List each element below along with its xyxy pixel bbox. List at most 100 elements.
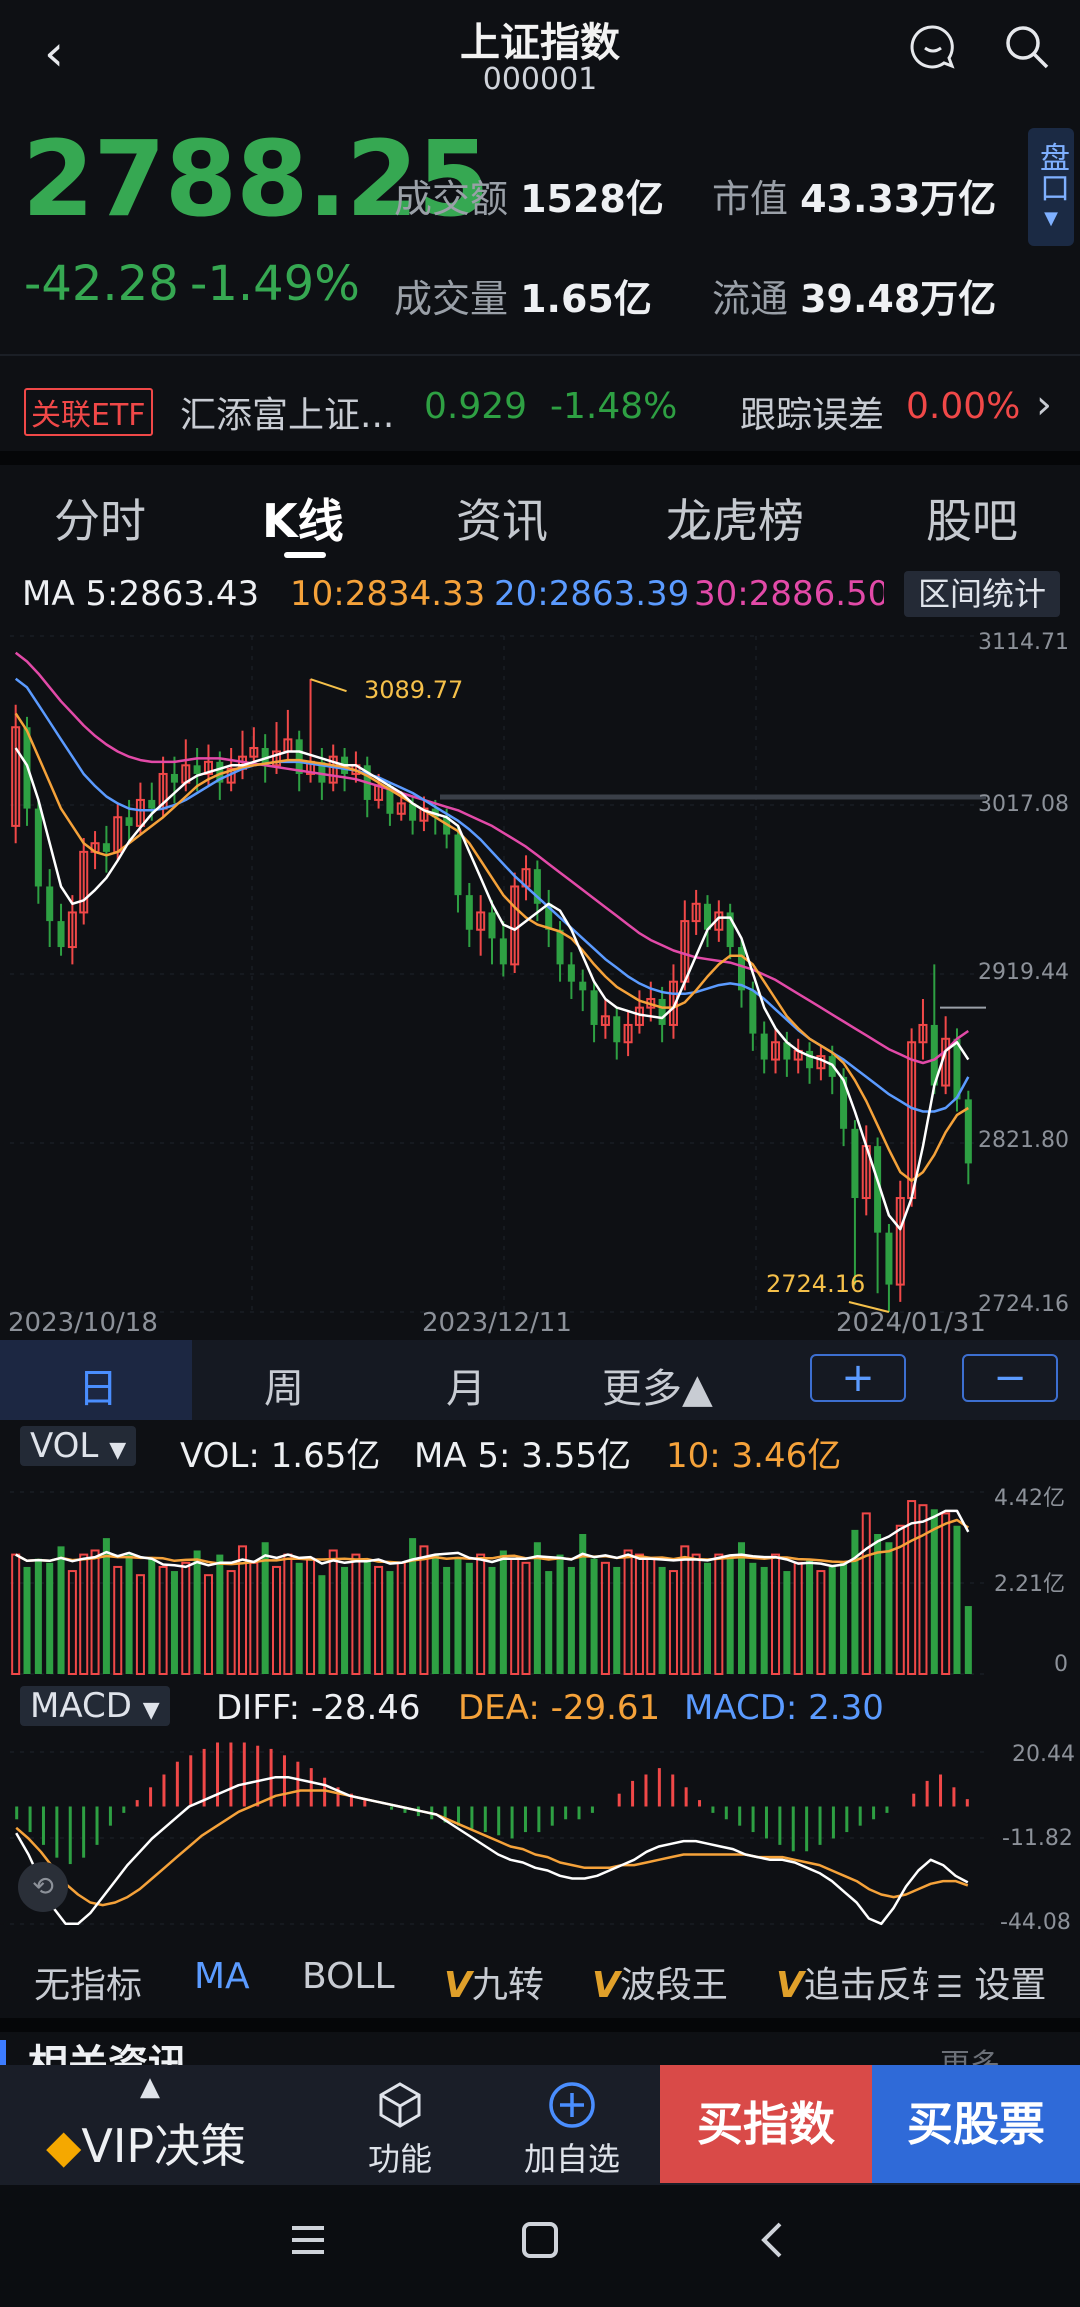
news-more-link[interactable]: 更多: [940, 2040, 1000, 2065]
caret-down-icon: ▼: [109, 1438, 127, 1463]
period-more[interactable]: 更多▲: [602, 1356, 713, 1414]
indicator-boduan-label: 波段王: [619, 1965, 728, 2006]
candle-body: [295, 739, 303, 774]
volume-bar: [703, 1562, 711, 1674]
period-day[interactable]: 日: [78, 1356, 118, 1414]
indicator-jiuzhuan[interactable]: V九转: [444, 1956, 544, 2008]
indicator-none[interactable]: 无指标: [34, 1956, 142, 2008]
date-label: 2023/10/18: [8, 1308, 158, 1338]
tab-forum[interactable]: 股吧: [926, 485, 1018, 551]
chat-icon[interactable]: [908, 22, 958, 76]
volume-bar: [691, 1553, 701, 1676]
candle-body: [579, 981, 587, 991]
volume-value: 1.65亿: [520, 277, 652, 321]
candle-body: [193, 765, 201, 774]
change-percent: -1.49%: [190, 256, 360, 312]
tracking-error-value: 0.00%: [906, 386, 1021, 427]
menu-icon[interactable]: [286, 2218, 330, 2266]
vip-button[interactable]: ◆VIP决策: [46, 2110, 246, 2176]
function-button[interactable]: 功能: [360, 2080, 440, 2180]
volume-bar: [533, 1542, 541, 1674]
tab-dragon-tiger[interactable]: 龙虎榜: [666, 485, 804, 551]
volume-bar: [272, 1565, 282, 1675]
volume-bar: [318, 1575, 326, 1674]
news-section-title: 相关资讯: [28, 2042, 188, 2065]
macd-dea: DEA: -29.61: [458, 1688, 661, 1728]
tab-kline[interactable]: K线: [262, 485, 344, 551]
volume-bar: [465, 1562, 473, 1674]
volume-bar: [386, 1571, 394, 1674]
period-month[interactable]: 月: [446, 1356, 486, 1414]
volume-bar: [930, 1509, 938, 1674]
float-cap: 流通 39.48万亿: [712, 268, 996, 323]
candle-body: [465, 895, 473, 930]
indicator-zhuiji-label: 追击反转: [803, 1965, 928, 2006]
volume-bar: [646, 1557, 656, 1675]
vol-selector[interactable]: VOL ▼: [20, 1426, 137, 1466]
volume-bar: [861, 1512, 871, 1675]
indicator-ma[interactable]: MA: [194, 1956, 250, 1997]
volume-bar: [828, 1566, 836, 1674]
settings-icon: ☰: [936, 1970, 963, 2005]
candle-body: [102, 843, 110, 852]
float-value: 39.48万亿: [800, 277, 997, 321]
range-stats-button[interactable]: 区间统计: [904, 571, 1060, 617]
vol-ma10: 10: 3.46亿: [666, 1436, 842, 1476]
zoom-in-button[interactable]: +: [810, 1354, 906, 1402]
buy-stock-button[interactable]: 买股票: [872, 2065, 1080, 2183]
macd-y-label: 20.44: [1012, 1742, 1075, 1767]
volume-bar: [658, 1566, 666, 1674]
chevron-right-icon: ›: [1036, 382, 1052, 428]
period-week[interactable]: 周: [264, 1356, 304, 1414]
volume-bar: [396, 1561, 406, 1676]
zoom-out-button[interactable]: −: [962, 1354, 1058, 1402]
divider: [0, 451, 1080, 465]
volume-bar: [567, 1566, 575, 1674]
add-watchlist-button[interactable]: 加自选: [514, 2080, 630, 2180]
order-book-tab[interactable]: 盘口 ▼: [1028, 128, 1074, 246]
volume-bar: [510, 1557, 520, 1675]
related-etf-row[interactable]: 关联ETF 汇添富上证... 0.929 -1.48% 跟踪误差 0.00% ›: [0, 370, 1080, 450]
volume-bar: [499, 1550, 507, 1674]
macd-y-label: -11.82: [1002, 1826, 1073, 1851]
expand-up-icon[interactable]: ▲: [140, 2072, 160, 2102]
volume: 成交量 1.65亿: [394, 268, 652, 323]
search-icon[interactable]: [1002, 22, 1052, 76]
volume-bar: [135, 1574, 145, 1675]
volume-label: 成交量: [394, 277, 509, 321]
macd-y-label: -44.08: [1000, 1910, 1071, 1935]
high-pointer: [310, 678, 347, 693]
tab-news[interactable]: 资讯: [456, 485, 548, 551]
order-book-label: 盘口: [1034, 142, 1069, 202]
indicator-boll[interactable]: BOLL: [302, 1956, 395, 1997]
diamond-icon: ◆: [46, 2119, 82, 2173]
volume-bar: [181, 1561, 191, 1676]
volume-bar: [79, 1553, 89, 1676]
diff-line: [15, 1775, 969, 1926]
macd-diff: DIFF: -28.46: [216, 1688, 421, 1728]
kline-chart[interactable]: [0, 622, 1080, 1942]
volume-bar: [964, 1606, 972, 1674]
volume-bar: [851, 1529, 859, 1674]
candle-body: [454, 834, 462, 896]
back-nav-icon[interactable]: [752, 2218, 796, 2266]
indicator-settings[interactable]: ☰ 设置: [936, 1956, 1046, 2008]
low-marker: 2724.16: [766, 1270, 866, 1298]
tab-timeshare[interactable]: 分时: [54, 485, 146, 551]
vol-y-label: 4.42亿: [994, 1486, 1065, 1511]
turnover-label: 成交额: [394, 177, 509, 221]
vol-selector-label: VOL: [30, 1426, 99, 1466]
buy-index-button[interactable]: 买指数: [660, 2065, 872, 2183]
vip-v-icon: V: [592, 1965, 620, 2006]
reset-icon[interactable]: ⟲: [18, 1862, 68, 1912]
indicator-zhuiji[interactable]: V追击反转: [776, 1956, 928, 2008]
home-icon[interactable]: [518, 2218, 562, 2266]
caret-down-icon: ▼: [142, 1698, 160, 1723]
volume-bar: [237, 1545, 248, 1676]
volume-bar: [295, 1562, 303, 1674]
volume-bar: [600, 1561, 610, 1676]
volume-bar: [760, 1566, 768, 1674]
indicator-boduan[interactable]: V波段王: [592, 1956, 728, 2008]
macd-selector[interactable]: MACD ▼: [20, 1686, 170, 1726]
volume-bar: [476, 1553, 486, 1676]
